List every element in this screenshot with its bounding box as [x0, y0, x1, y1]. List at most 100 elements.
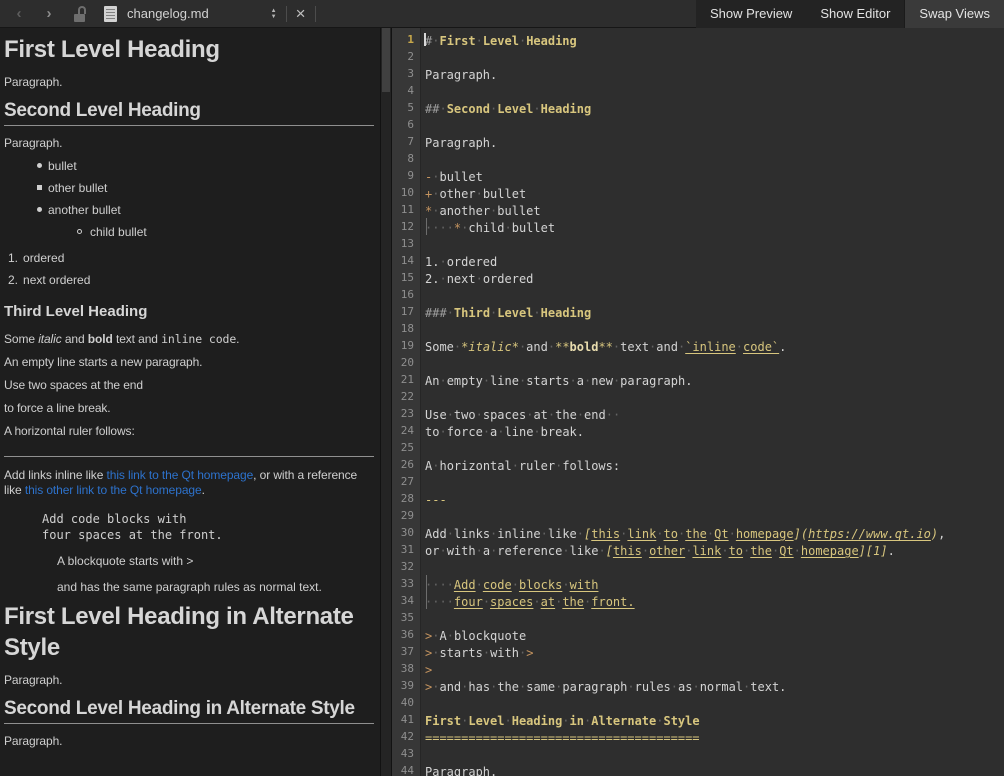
code-token: in — [570, 714, 584, 728]
line-number: 33 — [392, 575, 414, 592]
text: and — [62, 332, 88, 346]
editor-line: 32 — [392, 558, 1004, 575]
line-number: 16 — [392, 286, 414, 303]
code-token: with — [490, 646, 519, 660]
whitespace-dots: · — [447, 527, 454, 541]
list-item: bullet — [4, 155, 374, 177]
whitespace-dots: · — [642, 544, 649, 558]
unlock-icon[interactable] — [72, 5, 90, 23]
whitespace-dots: · — [656, 527, 663, 541]
text: text and — [113, 332, 161, 346]
code-token: another — [439, 204, 490, 218]
line-content: to·force·a·line·break. — [425, 425, 584, 439]
code-token: text. — [750, 680, 786, 694]
code-token: [ — [606, 544, 613, 558]
forward-icon[interactable]: › — [34, 5, 64, 22]
editor-line: 44Paragraph. — [392, 762, 1004, 776]
code-token: a — [483, 544, 490, 558]
code-token: paragraph — [562, 680, 627, 694]
editor-line: 22 — [392, 388, 1004, 405]
code-token: rules — [635, 680, 671, 694]
line-content: ····Add·code·blocks·with — [425, 578, 598, 592]
line-content: or·with·a·reference·like·[this·other·lin… — [425, 544, 895, 558]
preview-scrollbar[interactable] — [380, 28, 392, 776]
line-content: A·horizontal·ruler·follows: — [425, 459, 620, 473]
link[interactable]: this link to the Qt homepage — [107, 468, 254, 482]
editor-line: 2 — [392, 48, 1004, 65]
markdown-editor-pane[interactable]: 1#·First·Level·Heading23Paragraph.45##·S… — [392, 28, 1004, 776]
inline-code: inline code — [161, 332, 236, 346]
whitespace-dots: · — [562, 714, 569, 728]
code-token: First — [425, 714, 461, 728]
code-token: the — [562, 595, 584, 609]
code-token: as — [678, 680, 692, 694]
editor-line: 39>·and·has·the·same·paragraph·rules·as·… — [392, 677, 1004, 694]
code-token: Level — [483, 34, 519, 48]
preview-scrollbar-thumb[interactable] — [382, 28, 390, 92]
circle-bullet-icon — [77, 229, 82, 234]
toolbar-separator — [315, 6, 316, 22]
whitespace-dots: · — [447, 306, 454, 320]
whitespace-dots: · — [483, 374, 490, 388]
preview-paragraph: Paragraph. — [4, 136, 374, 151]
whitespace-dots: · — [671, 680, 678, 694]
code-token: at — [541, 595, 555, 609]
code-token: Level — [497, 102, 533, 116]
list-item-text: bullet — [48, 159, 77, 173]
code-token: and — [526, 340, 548, 354]
show-preview-button[interactable]: Show Preview — [696, 0, 806, 28]
line-content: ····*·child·bullet — [425, 221, 555, 235]
editor-line: 19Some·*italic*·and·**bold**·text·and·`i… — [392, 337, 1004, 354]
whitespace-dots: · — [562, 544, 569, 558]
line-content: 1.·ordered — [425, 255, 497, 269]
code-token: bullet — [483, 187, 526, 201]
line-content: #·First·Level·Heading — [425, 34, 577, 48]
back-icon[interactable]: ‹ — [4, 5, 34, 22]
code-token: A — [439, 629, 446, 643]
code-token: next — [447, 272, 476, 286]
editor-line: 41First·Level·Heading·in·Alternate·Style — [392, 711, 1004, 728]
line-number: 21 — [392, 371, 414, 388]
line-content: >·and·has·the·same·paragraph·rules·as·no… — [425, 680, 786, 694]
spinbox-arrows-icon[interactable]: ▲ ▼ — [271, 8, 277, 20]
line-content: First·Level·Heading·in·Alternate·Style — [425, 714, 700, 728]
line-content: 2.·next·ordered — [425, 272, 533, 286]
preview-paragraph: Some italic and bold text and inline cod… — [4, 332, 374, 347]
code-token: to — [425, 425, 439, 439]
editor-line: 1#·First·Level·Heading — [392, 31, 1004, 48]
whitespace-dots: · — [570, 374, 577, 388]
whitespace-dots: · — [439, 255, 446, 269]
editor-line: 42====================================== — [392, 728, 1004, 745]
whitespace-dots: · — [533, 102, 540, 116]
editor-line: 13 — [392, 235, 1004, 252]
code-token: https://www.qt.io — [808, 527, 931, 541]
tab-filename[interactable]: changelog.md — [127, 6, 209, 21]
code-token: homepage — [801, 544, 859, 558]
code-token: a — [577, 374, 584, 388]
code-token: Third — [454, 306, 490, 320]
show-editor-button[interactable]: Show Editor — [806, 0, 904, 28]
link[interactable]: this other link to the Qt homepage — [25, 483, 202, 497]
editor-line: 34····four·spaces·at·the·front. — [392, 592, 1004, 609]
close-tab-icon[interactable]: × — [296, 6, 306, 22]
code-token: Add — [425, 527, 447, 541]
markdown-preview-pane[interactable]: First Level HeadingParagraph.Second Leve… — [0, 28, 380, 776]
line-number: 6 — [392, 116, 414, 133]
spin-down-icon[interactable]: ▼ — [271, 14, 277, 20]
code-token: and — [656, 340, 678, 354]
editor-line: 10+·other·bullet — [392, 184, 1004, 201]
code-token: like — [548, 527, 577, 541]
line-content: *·another·bullet — [425, 204, 541, 218]
code-token: blocks — [519, 578, 562, 592]
code-token: Heading — [541, 102, 592, 116]
whitespace-dots: · — [476, 272, 483, 286]
code-token: same — [526, 680, 555, 694]
code-token: link — [627, 527, 656, 541]
whitespace-dots: · — [512, 459, 519, 473]
line-content: Add·links·inline·like·[this·link·to·the·… — [425, 527, 945, 541]
line-number: 7 — [392, 133, 414, 150]
swap-views-button[interactable]: Swap Views — [904, 0, 1004, 28]
preview-paragraph: Paragraph. — [4, 75, 374, 90]
whitespace-dots: ···· — [425, 578, 454, 592]
code-token: code` — [743, 340, 779, 354]
